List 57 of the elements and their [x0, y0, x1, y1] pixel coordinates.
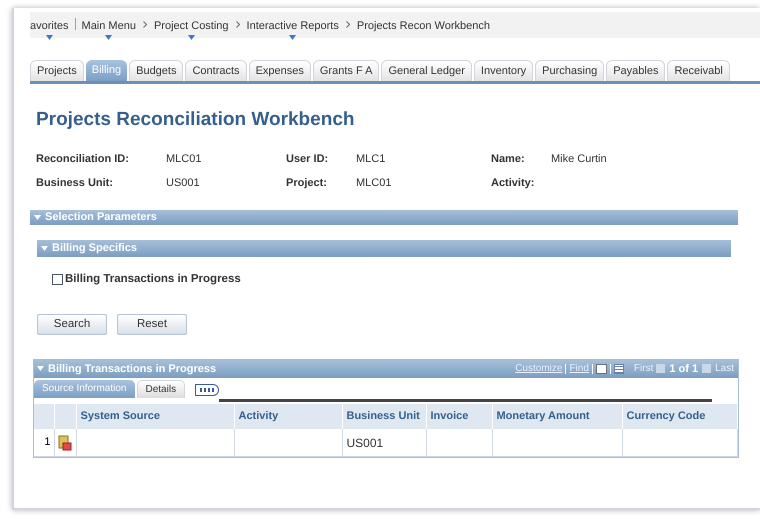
- checkbox[interactable]: [52, 274, 63, 285]
- breadcrumb-link[interactable]: Interactive Reports: [246, 18, 339, 34]
- tab[interactable]: Inventory: [474, 60, 534, 81]
- field-value: MLC01: [166, 152, 202, 166]
- breadcrumb-link[interactable]: avorites: [30, 18, 69, 34]
- expanded-icon[interactable]: [41, 246, 48, 250]
- grid-icon[interactable]: [614, 364, 624, 374]
- page-title: Projects Reconciliation Workbench: [36, 108, 356, 132]
- dropdown-caret-icon[interactable]: [289, 34, 296, 40]
- document-icon[interactable]: [58, 434, 72, 450]
- field-label: Reconciliation ID:: [36, 152, 130, 166]
- tab[interactable]: Receivabl: [667, 60, 730, 81]
- tab[interactable]: Purchasing: [535, 60, 604, 81]
- breadcrumb-link[interactable]: Project Costing: [154, 18, 229, 34]
- dropdown-caret-icon[interactable]: [188, 34, 195, 40]
- field-label: User ID:: [286, 152, 330, 166]
- tab[interactable]: Budgets: [129, 60, 184, 81]
- section-title: Billing Specifics: [52, 240, 137, 256]
- checkbox-label: Billing Transactions in Progress: [65, 272, 241, 286]
- column-header: Invoice: [426, 404, 492, 429]
- button[interactable]: Search: [37, 314, 107, 335]
- grid-title: Billing Transactions in Progress: [48, 362, 216, 376]
- field-label: Name:: [491, 152, 526, 166]
- column-header: Monetary Amount: [492, 404, 622, 429]
- table-cell: US001: [342, 428, 426, 457]
- row-number: 1: [34, 428, 54, 457]
- expanded-icon[interactable]: [34, 214, 41, 220]
- chevron-icon: [346, 21, 350, 28]
- field-label: Activity:: [491, 176, 536, 191]
- column-header: Business Unit: [342, 404, 426, 429]
- field-value: MLC1: [356, 152, 386, 166]
- chevron-icon: [236, 21, 240, 28]
- chevron-icon: [142, 21, 147, 28]
- column-header: Activity: [234, 404, 342, 429]
- field-label: Business Unit:: [36, 176, 114, 191]
- column-header: System Source: [76, 404, 234, 429]
- field-value: Mike Curtin: [551, 152, 608, 166]
- tab[interactable]: Details: [136, 380, 186, 398]
- breadcrumb-link[interactable]: Main Menu: [82, 18, 136, 34]
- tab[interactable]: Contracts: [185, 60, 247, 81]
- tab[interactable]: Payables: [606, 60, 666, 81]
- tab[interactable]: General Ledger: [381, 60, 472, 81]
- section-title: Selection Parameters: [45, 210, 157, 225]
- expanded-icon[interactable]: [37, 366, 44, 372]
- dropdown-caret-icon[interactable]: [105, 34, 112, 40]
- row-count: 1 of 1: [669, 362, 698, 376]
- dropdown-caret-icon[interactable]: [46, 34, 53, 40]
- field-value: MLC01: [356, 176, 392, 191]
- column-header: Currency Code: [622, 404, 738, 429]
- tab[interactable]: Grants F A: [312, 60, 380, 81]
- breadcrumb-link[interactable]: Projects Recon Workbench: [356, 18, 490, 34]
- field-value: US001: [166, 176, 201, 191]
- button[interactable]: Reset: [117, 314, 187, 335]
- tab[interactable]: Expenses: [248, 60, 311, 81]
- field-label: Project:: [286, 176, 328, 191]
- show-all-columns-icon[interactable]: [195, 384, 220, 396]
- tab[interactable]: Projects: [30, 60, 84, 81]
